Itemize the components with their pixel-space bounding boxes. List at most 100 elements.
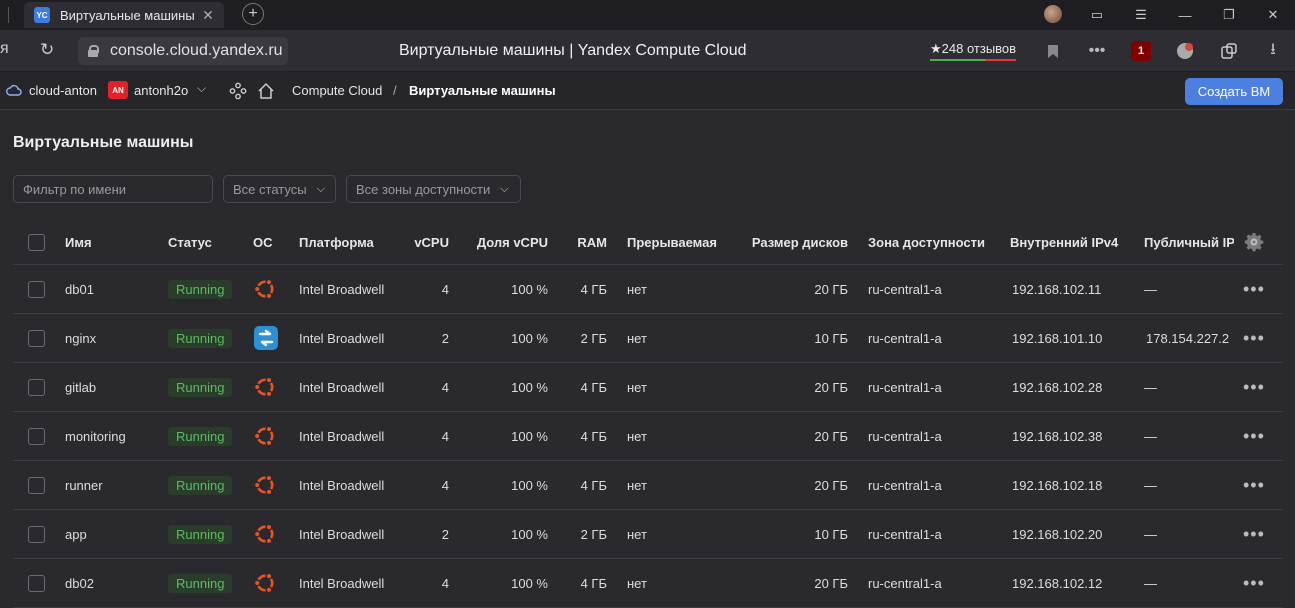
vm-zone: ru-central1-a — [868, 330, 942, 346]
page-title: Виртуальные машины — [13, 134, 194, 151]
zone-select[interactable]: Все зоны доступности ⌵ — [346, 175, 521, 203]
chevron-down-icon[interactable]: ⌵ — [197, 81, 206, 96]
bookmarks-collection-icon[interactable]: ▭ — [1075, 7, 1119, 23]
more-icon[interactable]: ••• — [1075, 39, 1119, 63]
row-actions-button[interactable]: ••• — [1243, 412, 1265, 460]
table-row[interactable]: runner Running Intel Broadwell 4 100 % 4 ГБ не… — [13, 461, 1283, 510]
columns-settings-button[interactable] — [1244, 220, 1264, 264]
row-actions-button[interactable]: ••• — [1243, 314, 1265, 362]
breadcrumb-compute-cloud[interactable]: Compute Cloud — [292, 83, 382, 98]
column-header[interactable]: Доля vCPU — [463, 220, 548, 264]
row-checkbox[interactable] — [28, 314, 45, 362]
vm-internal-ipv4[interactable]: 192.168.102.12 — [1012, 559, 1102, 607]
url-field[interactable]: console.cloud.yandex.ru — [78, 37, 288, 65]
vm-platform: Intel Broadwell — [299, 330, 385, 346]
services-icon[interactable] — [229, 82, 247, 100]
row-checkbox[interactable] — [28, 363, 45, 411]
tab-close-icon[interactable]: ✕ — [200, 7, 216, 24]
reviews-badge[interactable]: ★248 отзывов — [930, 41, 1017, 61]
reload-icon[interactable]: ↻ — [40, 40, 54, 60]
table-row[interactable]: monitoring Running Intel Broadwell 4 100 % 4 … — [13, 412, 1283, 461]
vm-internal-ipv4[interactable]: 192.168.102.11 — [1012, 265, 1101, 313]
minimize-icon[interactable]: — — [1163, 8, 1207, 23]
vm-internal-ipv4[interactable]: 192.168.102.38 — [1012, 412, 1102, 460]
name-filter-input[interactable]: Фильтр по имени — [13, 175, 213, 203]
vm-cpu-share: 100 % — [511, 575, 548, 591]
vm-name[interactable]: db01 — [65, 265, 94, 313]
column-header[interactable]: Размер дисков — [743, 220, 848, 264]
home-icon[interactable] — [257, 82, 275, 100]
new-tab-button[interactable]: + — [242, 3, 264, 25]
vm-zone: ru-central1-a — [868, 379, 942, 395]
create-vm-button[interactable]: Создать ВМ — [1185, 78, 1283, 105]
vm-cpu-share: 100 % — [511, 477, 548, 493]
row-checkbox[interactable] — [28, 265, 45, 313]
vm-name[interactable]: monitoring — [65, 412, 126, 460]
row-actions-button[interactable]: ••• — [1243, 461, 1265, 509]
select-all-checkbox[interactable] — [28, 220, 45, 264]
more-icon: ••• — [1243, 327, 1265, 348]
table-row[interactable]: db01 Running Intel Broadwell 4 100 % 4 ГБ нет 2… — [13, 265, 1283, 314]
folder-selector[interactable]: antonh2o — [134, 83, 188, 98]
row-actions-button[interactable]: ••• — [1243, 559, 1265, 607]
column-header[interactable]: Платформа — [299, 220, 374, 264]
vm-vcpu: 4 — [441, 575, 449, 591]
window-close-icon[interactable]: ✕ — [1251, 7, 1295, 23]
vm-zone: ru-central1-a — [868, 477, 942, 493]
column-header[interactable]: ОС — [253, 220, 273, 264]
vm-name[interactable]: app — [65, 510, 87, 558]
row-checkbox[interactable] — [28, 412, 45, 460]
ublock-icon[interactable]: 1 — [1119, 39, 1163, 63]
ubuntu-icon — [253, 510, 277, 558]
row-checkbox[interactable] — [28, 510, 45, 558]
yandex-logo-icon[interactable]: я — [0, 40, 14, 58]
vm-name[interactable]: nginx — [65, 314, 96, 362]
download-icon[interactable]: ⭳ — [1251, 39, 1295, 63]
vm-internal-ipv4[interactable]: 192.168.101.10 — [1012, 314, 1102, 362]
vm-name[interactable]: gitlab — [65, 363, 96, 411]
vm-internal-ipv4[interactable]: 192.168.102.20 — [1012, 510, 1102, 558]
ubuntu-icon — [253, 412, 277, 460]
url-text: console.cloud.yandex.ru — [110, 42, 283, 59]
row-actions-button[interactable]: ••• — [1243, 363, 1265, 411]
status-select[interactable]: Все статусы ⌵ — [223, 175, 336, 203]
extension-globe-icon[interactable] — [1163, 39, 1207, 63]
column-header[interactable]: Имя — [65, 220, 92, 264]
column-header[interactable]: Статус — [168, 220, 212, 264]
column-header[interactable]: Прерываемая — [627, 220, 717, 264]
folder-avatar: AN — [108, 81, 128, 99]
gear-icon — [1244, 233, 1264, 252]
column-header[interactable]: RAM — [563, 220, 607, 264]
menu-icon[interactable]: ☰ — [1119, 7, 1163, 23]
row-actions-button[interactable]: ••• — [1243, 265, 1265, 313]
vm-disk-size: 10 ГБ — [814, 526, 848, 542]
row-actions-button[interactable]: ••• — [1243, 510, 1265, 558]
browser-tab[interactable]: YC Виртуальные машины ✕ — [24, 2, 224, 28]
extensions-icon[interactable] — [1207, 39, 1251, 63]
tab-divider — [8, 7, 9, 23]
status-badge: Running — [168, 412, 233, 460]
table-row[interactable]: db02 Running Intel Broadwell 4 100 % 4 ГБ нет 2… — [13, 559, 1283, 608]
bookmark-icon[interactable] — [1031, 39, 1075, 63]
maximize-icon[interactable]: ❐ — [1207, 7, 1251, 23]
vm-name[interactable]: db02 — [65, 559, 94, 607]
row-checkbox[interactable] — [28, 461, 45, 509]
row-checkbox[interactable] — [28, 559, 45, 607]
tab-title: Виртуальные машины — [60, 7, 195, 23]
table-row[interactable]: app Running Intel Broadwell 2 100 % 2 ГБ нет 10… — [13, 510, 1283, 559]
vm-internal-ipv4[interactable]: 192.168.102.18 — [1012, 461, 1102, 509]
vm-public-ip[interactable]: 178.154.227.2 — [1146, 314, 1241, 362]
column-header[interactable]: vCPU — [393, 220, 449, 264]
table-row[interactable]: gitlab Running Intel Broadwell 4 100 % 4 ГБ не… — [13, 363, 1283, 412]
more-icon: ••• — [1243, 523, 1265, 544]
yandex-cloud-favicon-icon: YC — [34, 7, 50, 23]
column-header[interactable]: Публичный IP — [1144, 220, 1234, 264]
vm-ram: 4 ГБ — [580, 477, 607, 493]
vm-name[interactable]: runner — [65, 461, 103, 509]
cloud-selector[interactable]: cloud-anton — [29, 83, 97, 98]
profile-avatar[interactable] — [1031, 4, 1075, 26]
table-row[interactable]: nginx Running Intel Broadwell 2 100 % 2 ГБ нет… — [13, 314, 1283, 363]
column-header[interactable]: Зона доступности — [868, 220, 985, 264]
column-header[interactable]: Внутренний IPv4 — [1010, 220, 1118, 264]
vm-internal-ipv4[interactable]: 192.168.102.28 — [1012, 363, 1102, 411]
